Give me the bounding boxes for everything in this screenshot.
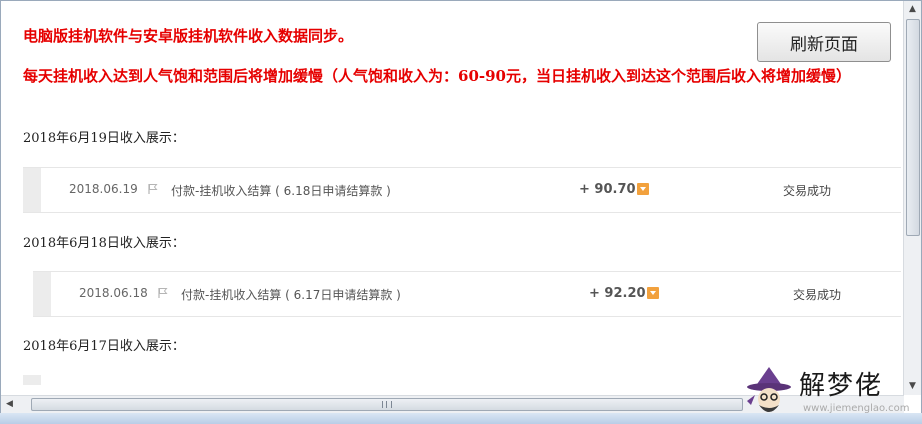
expand-icon[interactable]	[637, 183, 649, 195]
transaction-description: 付款-挂机收入结算 ( 6.18日申请结算款 )	[171, 184, 391, 198]
browser-window: 电脑版挂机软件与安卓版挂机软件收入数据同步。 每天挂机收入达到人气饱和范围后将增…	[0, 0, 922, 414]
transaction-amount: + 92.20	[589, 286, 646, 301]
transaction-amount: + 90.70	[579, 182, 636, 197]
taskbar	[0, 413, 922, 424]
grip-icon	[382, 401, 392, 408]
section-label-0617: 2018年6月17日收入展示：	[23, 339, 185, 354]
transaction-row-0618[interactable]: 2018.06.18 付款-挂机收入结算 ( 6.17日申请结算款 ) + 92…	[33, 271, 901, 317]
scroll-up-icon[interactable]: ▲	[904, 1, 921, 18]
page-content: 电脑版挂机软件与安卓版挂机软件收入数据同步。 每天挂机收入达到人气饱和范围后将增…	[1, 1, 901, 395]
transaction-date: 2018.06.19	[69, 182, 138, 196]
section-label-0619: 2018年6月19日收入展示：	[23, 131, 185, 146]
horizontal-scroll-thumb[interactable]	[31, 398, 743, 411]
watermark-text: 解梦佬	[799, 371, 884, 401]
section-label-0618: 2018年6月18日收入展示：	[23, 236, 185, 251]
headline-sync-notice: 电脑版挂机软件与安卓版挂机软件收入数据同步。	[23, 27, 354, 45]
transaction-row-0619[interactable]: 2018.06.19 付款-挂机收入结算 ( 6.18日申请结算款 ) + 90…	[23, 167, 901, 213]
transaction-status: 交易成功	[793, 288, 842, 302]
headline-saturation-notice: 每天挂机收入达到人气饱和范围后将增加缓慢（人气饱和收入为：60-90元，当日挂机…	[23, 67, 851, 85]
vertical-scroll-thumb[interactable]	[906, 19, 920, 236]
flag-icon[interactable]	[147, 183, 159, 195]
transaction-date: 2018.06.18	[79, 286, 148, 300]
transaction-description: 付款-挂机收入结算 ( 6.17日申请结算款 )	[181, 288, 401, 302]
row-stub	[33, 272, 51, 316]
flag-icon[interactable]	[157, 287, 169, 299]
vertical-scrollbar[interactable]: ▲ ▼	[903, 1, 921, 395]
watermark: 解梦佬 www.jiemenglao.com	[741, 365, 919, 413]
row-stub	[23, 168, 41, 212]
refresh-page-button[interactable]: 刷新页面	[757, 22, 891, 62]
transaction-status: 交易成功	[783, 184, 832, 198]
expand-icon[interactable]	[647, 287, 659, 299]
scroll-left-icon[interactable]: ◀	[1, 396, 18, 413]
wizard-logo-icon	[747, 367, 791, 412]
transaction-row-partial	[23, 375, 41, 385]
